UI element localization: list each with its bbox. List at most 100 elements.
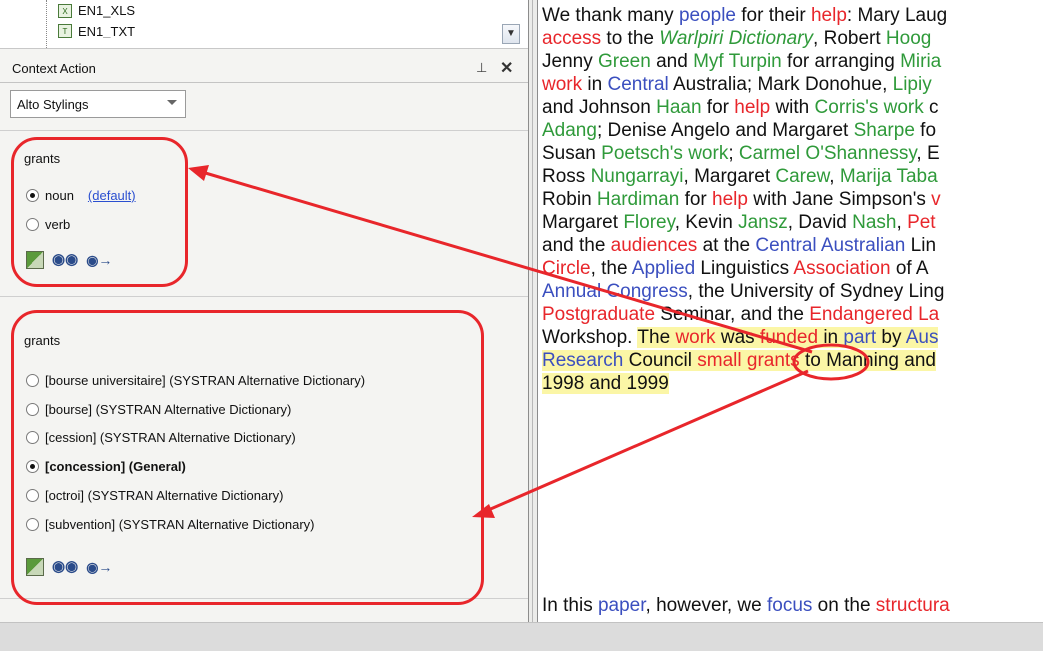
tree-item-label: EN1_TXT [78,24,136,38]
doc-word[interactable]: audiences [611,235,698,256]
text-file-icon: T [58,24,72,38]
doc-word[interactable]: Sharpe [854,120,915,141]
doc-text: of A [890,258,929,279]
doc-text: We thank many [542,5,679,26]
divider [0,130,528,131]
doc-word[interactable]: Corris's work [815,97,924,118]
doc-text: with [770,97,815,118]
annotation-box-translations [11,310,484,605]
doc-text: by [876,327,906,348]
panel-title: Context Action [12,61,96,76]
pane-splitter[interactable] [528,0,538,622]
doc-word[interactable]: Nungarrayi [591,166,684,187]
doc-word[interactable]: work [542,74,582,95]
doc-word[interactable]: small [697,350,741,371]
doc-word[interactable]: funded [760,327,818,348]
doc-text: In this [542,595,598,616]
doc-text: ; Denise Angelo and Margaret [596,120,854,141]
doc-word[interactable]: Poetsch's work [601,143,728,164]
doc-word[interactable]: Endangered La [809,304,939,325]
doc-text: ; [728,143,739,164]
tree-item-label: EN1_XLS [78,3,136,18]
doc-word[interactable]: Marija Taba [840,166,938,187]
doc-word[interactable]: structura [876,595,950,616]
doc-text: , the [590,258,632,279]
doc-text: for [679,189,713,210]
doc-word[interactable]: Pet [907,212,936,233]
doc-text: for arranging [781,51,901,72]
doc-word[interactable]: Association [793,258,890,279]
doc-word[interactable]: Carmel O'Shannessy [739,143,917,164]
doc-word[interactable]: Warlpiri Dictionary [659,28,813,49]
doc-word[interactable]: Jansz [738,212,788,233]
selected-word-grants[interactable]: grants [747,350,800,371]
doc-text: for [701,97,735,118]
doc-text: to the [601,28,660,49]
doc-word[interactable]: Adang [542,120,597,141]
doc-word[interactable]: Nash [852,212,896,233]
doc-text: with Jane Simpson's [747,189,932,210]
doc-word[interactable]: Central [607,74,668,95]
pin-icon[interactable]: ⊥ [476,60,487,76]
doc-word[interactable]: focus [767,595,812,616]
doc-word[interactable]: part [843,327,876,348]
doc-word[interactable]: Research [542,350,623,371]
doc-word[interactable]: Circle [542,258,591,279]
doc-word[interactable]: Lipiy [893,74,932,95]
doc-line: work in Central Australia; Mark Donohue,… [542,73,932,96]
doc-line: Robin Hardiman for help with Jane Simpso… [542,188,941,211]
tree-item-en1-xls[interactable]: X EN1_XLS [58,3,135,18]
doc-text: : Mary Laug [846,5,948,26]
doc-word[interactable]: Aus [906,327,939,348]
doc-word[interactable]: help [811,5,847,26]
doc-text: , Kevin [674,212,739,233]
doc-text: Susan [542,143,602,164]
stylings-dropdown[interactable]: Alto Stylings [10,90,186,118]
doc-word[interactable]: Myf Turpin [693,51,782,72]
close-icon[interactable]: ✕ [500,58,513,78]
doc-text: at the [697,235,756,256]
doc-word[interactable]: Hoog [886,28,931,49]
doc-word[interactable]: Green [598,51,651,72]
divider [0,296,528,297]
doc-word[interactable]: Central Australian [755,235,905,256]
doc-text: , Robert [813,28,886,49]
doc-word[interactable]: work [675,327,715,348]
doc-word[interactable]: Haan [656,97,701,118]
doc-word[interactable]: help [734,97,770,118]
doc-word[interactable]: Annual Congress [542,281,688,302]
panel-header: Context Action ⊥ ✕ [0,56,528,83]
doc-word[interactable]: v [931,189,941,210]
tree-item-en1-txt[interactable]: T EN1_TXT [58,24,135,38]
doc-line: Circle, the Applied Linguistics Associat… [542,257,929,280]
status-bar [0,622,1043,651]
doc-text: Workshop. [542,327,638,348]
doc-word[interactable]: Carew [775,166,829,187]
scroll-down-button[interactable]: ▼ [502,24,520,44]
doc-text: to Manning and [799,350,936,371]
doc-line: Jenny Green and Myf Turpin for arranging… [542,50,941,73]
doc-text: Linguistics [695,258,794,279]
tree-connector [46,0,57,48]
doc-word[interactable]: Applied [632,258,695,279]
doc-word[interactable]: Postgraduate [542,304,655,325]
doc-word[interactable]: help [712,189,748,210]
doc-word[interactable]: people [679,5,736,26]
doc-text: , David [787,212,853,233]
doc-text: Robin [542,189,597,210]
doc-line: We thank many people for their help: Mar… [542,4,947,27]
document-view: We thank many people for their help: Mar… [538,0,1043,622]
doc-word[interactable]: Florey [623,212,674,233]
doc-line: 1998 and 1999 [542,372,669,395]
doc-text: fo [914,120,937,141]
doc-word[interactable]: Hardiman [597,189,679,210]
doc-line: Susan Poetsch's work; Carmel O'Shannessy… [542,142,940,165]
stylings-dropdown-value: Alto Stylings [17,97,89,112]
doc-text: Seminar, and the [655,304,810,325]
doc-word[interactable]: access [542,28,601,49]
doc-line: Workshop. The work was funded in part by… [542,326,939,349]
doc-word[interactable]: Miria [900,51,941,72]
doc-line: and Johnson Haan for help with Corris's … [542,96,939,119]
doc-text: c [923,97,939,118]
doc-word[interactable]: paper [598,595,646,616]
